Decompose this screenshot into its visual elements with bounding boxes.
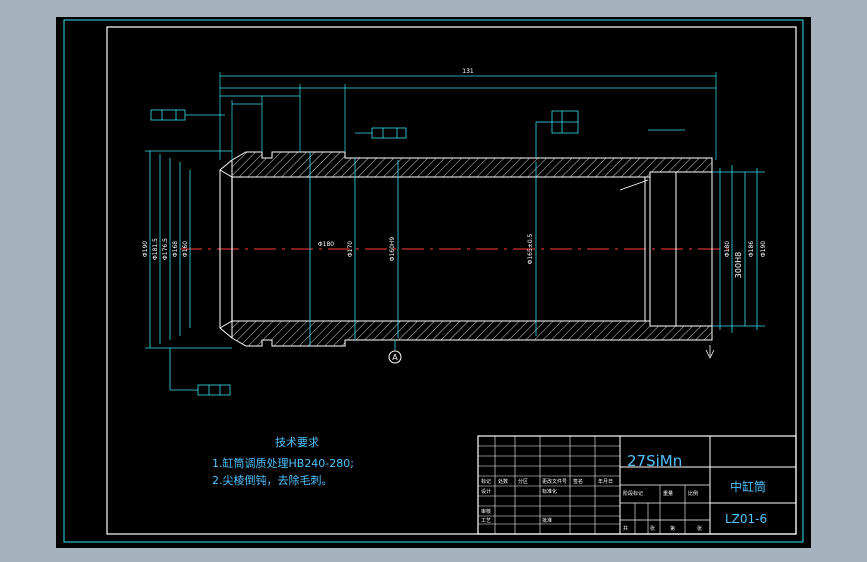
svg-text:Φ160: Φ160	[182, 241, 189, 257]
svg-text:张: 张	[697, 525, 702, 532]
svg-text:Φ180: Φ180	[724, 241, 731, 257]
svg-text:工艺: 工艺	[481, 518, 491, 524]
part-name: 中缸筒	[730, 479, 766, 494]
model-space	[56, 17, 811, 548]
svg-text:Φ168: Φ168	[172, 241, 179, 257]
svg-text:300H8: 300H8	[734, 252, 743, 278]
svg-text:Φ165±0.5: Φ165±0.5	[527, 233, 534, 264]
svg-text:批准: 批准	[542, 517, 552, 524]
svg-text:签名: 签名	[573, 478, 583, 485]
svg-text:比例: 比例	[688, 490, 698, 497]
svg-text:标记: 标记	[481, 478, 491, 485]
tech-requirement-1: 1.缸筒调质处理HB240-280;	[212, 456, 354, 470]
svg-text:分区: 分区	[518, 478, 528, 485]
overall-length-dim: 131	[462, 68, 474, 75]
cad-viewport[interactable]: A 131 Φ190 Φ181.5 Φ176.5 Φ168 Φ160 Φ180 …	[0, 0, 867, 562]
svg-text:处数: 处数	[498, 478, 508, 485]
svg-text:重量: 重量	[663, 490, 673, 497]
svg-text:审核: 审核	[481, 508, 491, 515]
svg-text:Φ170: Φ170	[347, 241, 354, 257]
svg-text:第: 第	[670, 525, 675, 532]
svg-text:设计: 设计	[481, 488, 491, 495]
svg-text:Φ180: Φ180	[318, 241, 334, 248]
svg-text:Φ176.5: Φ176.5	[162, 238, 169, 260]
datum-label: A	[392, 353, 398, 362]
material-label: 27SiMn	[627, 452, 682, 470]
svg-text:更改文件号: 更改文件号	[542, 478, 567, 485]
svg-text:年月日: 年月日	[598, 478, 613, 485]
svg-text:Φ190: Φ190	[142, 241, 149, 257]
svg-text:张: 张	[650, 525, 655, 532]
tech-requirement-2: 2.尖棱倒钝，去除毛刺。	[212, 473, 333, 487]
svg-text:阶段标记: 阶段标记	[623, 490, 643, 497]
svg-text:Φ181.5: Φ181.5	[152, 238, 159, 260]
svg-text:Φ160H9: Φ160H9	[389, 237, 396, 262]
svg-text:共: 共	[623, 525, 628, 532]
tech-requirements-title: 技术要求	[275, 436, 319, 449]
svg-text:Φ190: Φ190	[760, 241, 767, 257]
svg-text:标准化: 标准化	[542, 488, 557, 495]
svg-text:Φ186: Φ186	[748, 241, 755, 257]
drawing-canvas[interactable]: A 131 Φ190 Φ181.5 Φ176.5 Φ168 Φ160 Φ180 …	[0, 0, 867, 562]
drawing-number: LZ01-6	[725, 512, 767, 526]
